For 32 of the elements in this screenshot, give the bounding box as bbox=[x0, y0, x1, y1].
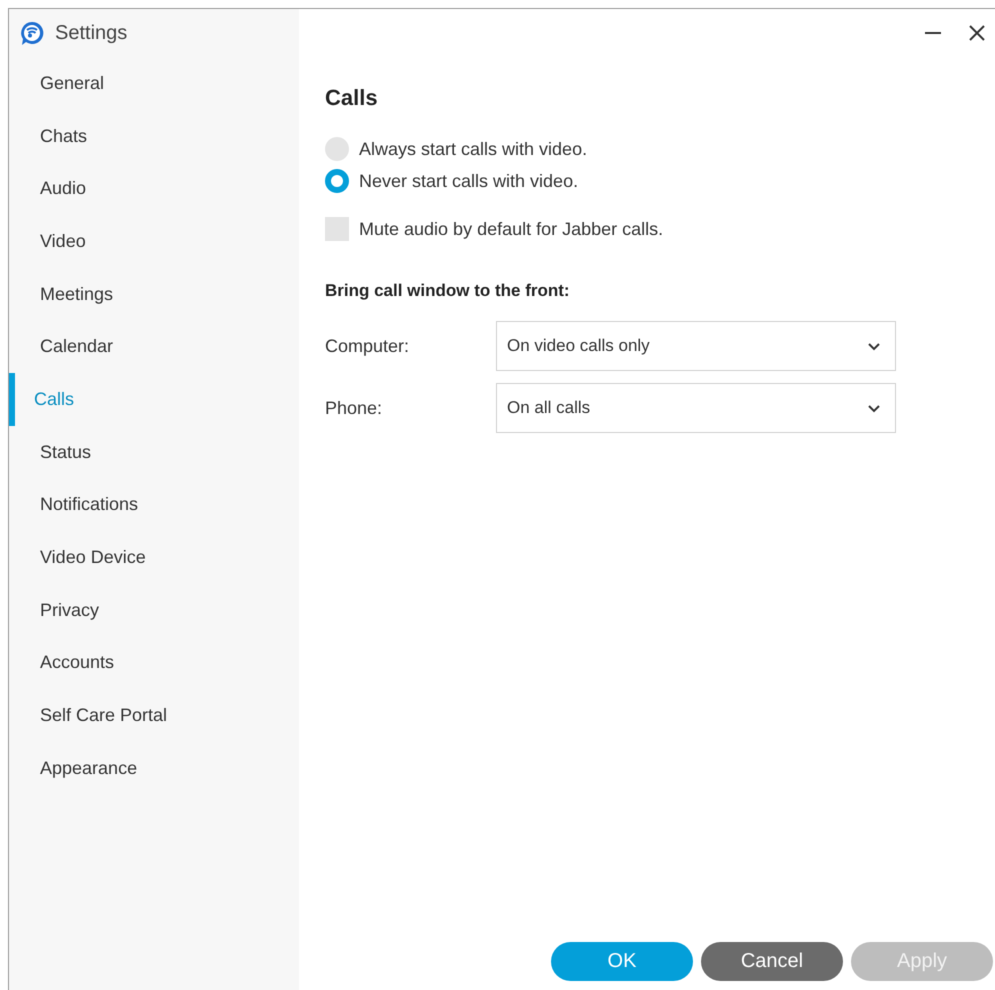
option-label: Never start calls with video. bbox=[359, 170, 578, 192]
dialog-button[interactable]: Cancel bbox=[701, 942, 843, 981]
dropdown[interactable]: On all calls bbox=[496, 383, 896, 433]
caret-icon bbox=[867, 404, 881, 412]
sidebar-item[interactable]: Accounts bbox=[9, 636, 299, 690]
radio-button[interactable] bbox=[325, 137, 349, 161]
sidebar-item[interactable]: Chats bbox=[9, 110, 299, 162]
close-icon[interactable] bbox=[969, 25, 985, 41]
sidebar-item[interactable]: Calendar bbox=[9, 320, 299, 374]
sidebar-item[interactable]: Meetings bbox=[9, 268, 299, 320]
checkbox[interactable] bbox=[325, 217, 349, 241]
sidebar-item[interactable]: Video bbox=[9, 215, 299, 268]
sidebar-item[interactable]: Audio bbox=[9, 162, 299, 216]
field-label: Computer: bbox=[325, 336, 410, 356]
checkbox-label: Mute audio by default for Jabber calls. bbox=[359, 218, 664, 240]
sidebar-item[interactable]: Appearance bbox=[9, 742, 299, 795]
caret-icon bbox=[867, 342, 881, 350]
minimize-icon[interactable] bbox=[925, 32, 941, 34]
sidebar-item[interactable]: General bbox=[9, 57, 299, 110]
app-logo-icon bbox=[19, 20, 45, 46]
sidebar-item[interactable]: Privacy bbox=[9, 584, 299, 637]
field-label: Phone: bbox=[325, 398, 384, 418]
section-heading: Calls bbox=[325, 85, 379, 111]
dropdown[interactable]: On video calls only bbox=[496, 321, 896, 371]
option-label: Always start calls with video. bbox=[359, 138, 588, 160]
radio-button[interactable] bbox=[325, 169, 349, 193]
subheading: Bring call window to the front: bbox=[325, 281, 571, 301]
window-title: Settings bbox=[55, 22, 128, 44]
sidebar-item[interactable]: Status bbox=[9, 426, 299, 478]
sidebar-item[interactable]: Notifications bbox=[9, 478, 299, 532]
sidebar-item[interactable]: Video Device bbox=[9, 531, 299, 584]
sidebar-item[interactable]: Self Care Portal bbox=[9, 689, 299, 742]
